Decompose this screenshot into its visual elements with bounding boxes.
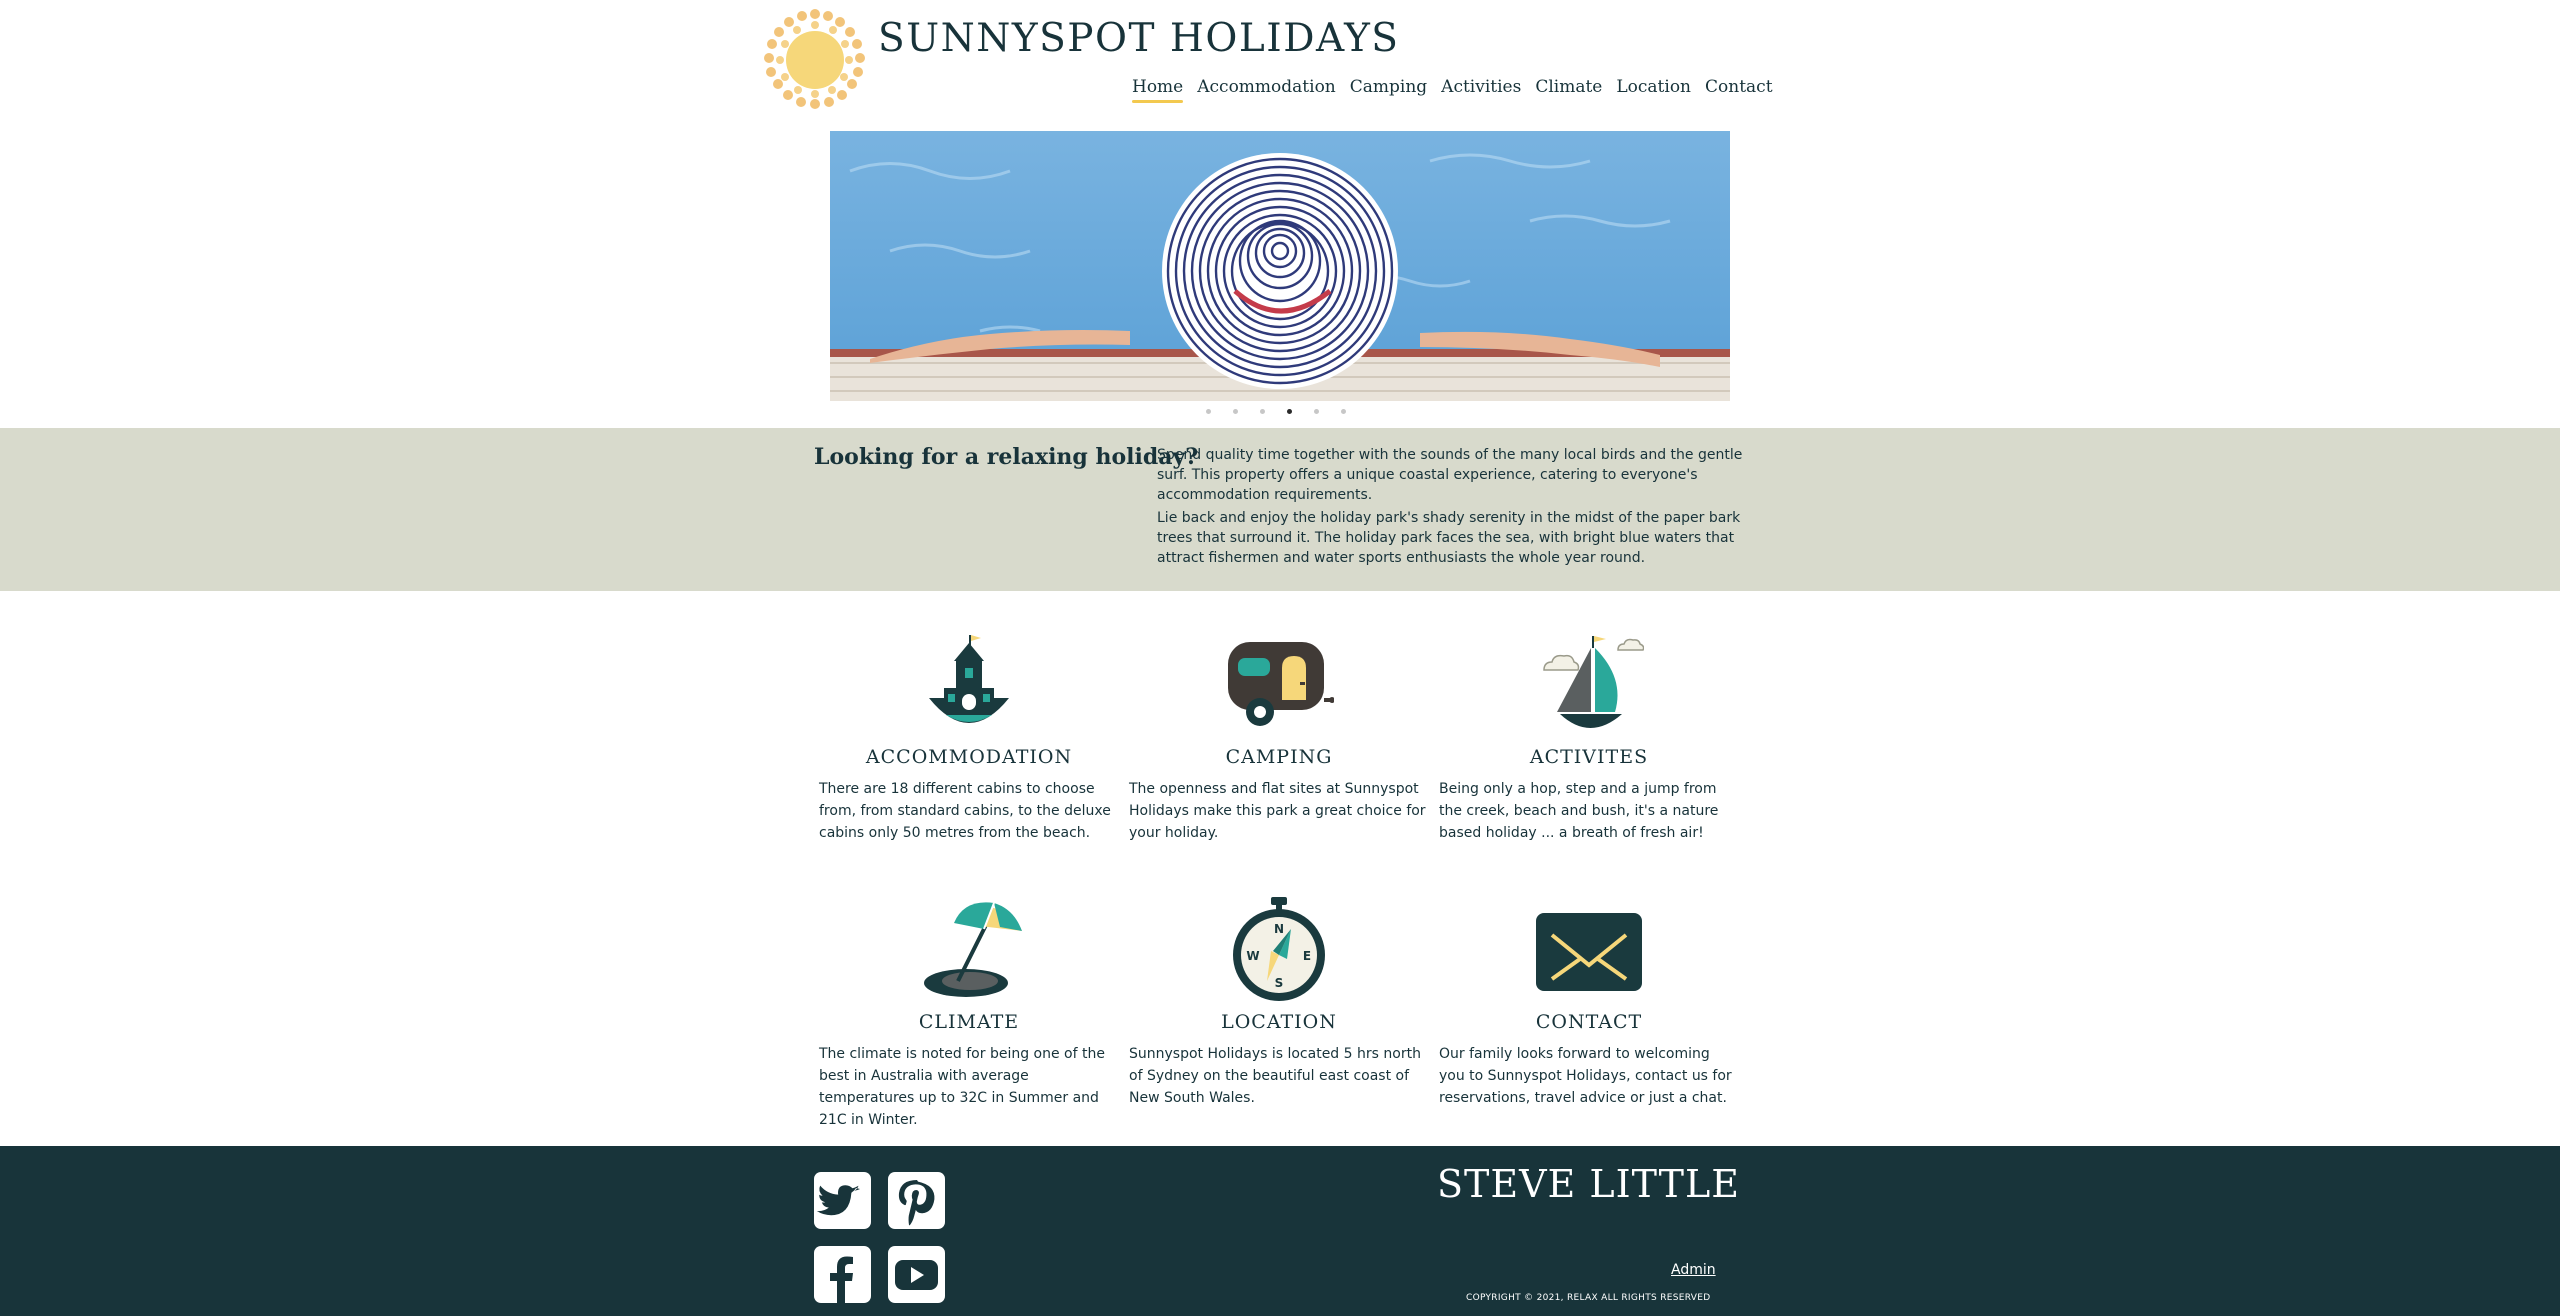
feature-card-camping[interactable]: CAMPING The openness and flat sites at S… — [1129, 630, 1429, 850]
nav-item-activities[interactable]: Activities — [1441, 77, 1521, 102]
intro-paragraph-2: Lie back and enjoy the holiday park's sh… — [1157, 510, 1741, 566]
feature-text: There are 18 different cabins to choose … — [819, 781, 1111, 841]
slider-dot-6[interactable] — [1341, 409, 1346, 414]
svg-text:E: E — [1303, 949, 1311, 963]
caravan-icon — [1224, 630, 1335, 740]
feature-title: ACTIVITES — [1529, 746, 1649, 768]
site-header: SUNNYSPOT HOLIDAYS Home Accommodation Ca… — [0, 0, 2560, 120]
feature-title: CONTACT — [1535, 1011, 1643, 1033]
slider-dot-4[interactable] — [1287, 409, 1292, 414]
feature-text: Sunnyspot Holidays is located 5 hrs nort… — [1129, 1046, 1421, 1106]
admin-link[interactable]: Admin — [1671, 1262, 1716, 1278]
intro-text: Spend quality time together with the sou… — [1157, 445, 1747, 571]
hero-slide-image — [830, 131, 1730, 401]
svg-text:N: N — [1274, 922, 1284, 936]
slider-dots — [1206, 409, 1368, 414]
feature-text: The climate is noted for being one of th… — [819, 1046, 1105, 1128]
feature-text: Our family looks forward to welcoming yo… — [1439, 1046, 1732, 1106]
twitter-icon[interactable] — [814, 1172, 871, 1229]
nav-item-location[interactable]: Location — [1616, 77, 1691, 102]
nav-item-home[interactable]: Home — [1132, 77, 1184, 103]
nav-item-climate[interactable]: Climate — [1535, 77, 1602, 102]
slider-dot-2[interactable] — [1233, 409, 1238, 414]
slider-dot-5[interactable] — [1314, 409, 1319, 414]
envelope-icon — [1534, 895, 1644, 1005]
footer-name: STEVE LITTLE — [1437, 1162, 1740, 1206]
feature-card-climate[interactable]: CLIMATE The climate is noted for being o… — [819, 895, 1119, 1128]
slider-dot-3[interactable] — [1260, 409, 1265, 414]
feature-text: The openness and flat sites at Sunnyspot… — [1129, 781, 1426, 841]
sailboat-icon — [1534, 630, 1645, 740]
youtube-icon[interactable] — [888, 1246, 945, 1303]
main-nav: Home Accommodation Camping Activities Cl… — [1132, 77, 1773, 103]
site-footer: STEVE LITTLE Admin COPYRIGHT © 2021, REL… — [0, 1146, 2560, 1316]
feature-title: CLIMATE — [918, 1011, 1020, 1033]
sun-logo-icon[interactable] — [758, 4, 872, 118]
nav-item-camping[interactable]: Camping — [1350, 77, 1427, 102]
feature-card-location[interactable]: N S W E LOCATION Sunnyspot Holidays is l… — [1129, 895, 1429, 1115]
beach-umbrella-icon — [914, 895, 1024, 1005]
feature-title: LOCATION — [1221, 1011, 1337, 1033]
feature-card-accommodation[interactable]: ACCOMMODATION There are 18 different cab… — [819, 630, 1119, 850]
compass-icon: N S W E — [1224, 895, 1334, 1005]
intro-section: Looking for a relaxing holiday? Spend qu… — [0, 428, 2560, 591]
nav-item-accommodation[interactable]: Accommodation — [1197, 77, 1336, 102]
intro-title: Looking for a relaxing holiday? — [814, 444, 1199, 470]
feature-text: Being only a hop, step and a jump from t… — [1439, 781, 1719, 841]
copyright-text: COPYRIGHT © 2021, RELAX ALL RIGHTS RESER… — [1466, 1293, 1711, 1303]
intro-paragraph-1: Spend quality time together with the sou… — [1157, 447, 1743, 503]
svg-text:W: W — [1246, 949, 1259, 963]
slider-dot-1[interactable] — [1206, 409, 1211, 414]
nav-item-contact[interactable]: Contact — [1705, 77, 1773, 102]
feature-title: CAMPING — [1225, 746, 1333, 768]
castle-icon — [914, 630, 1024, 740]
facebook-icon[interactable] — [814, 1246, 871, 1303]
svg-text:S: S — [1275, 976, 1284, 990]
feature-title: ACCOMMODATION — [865, 746, 1073, 768]
feature-card-contact[interactable]: CONTACT Our family looks forward to welc… — [1439, 895, 1739, 1115]
site-title: SUNNYSPOT HOLIDAYS — [878, 16, 1400, 61]
feature-card-activities[interactable]: ACTIVITES Being only a hop, step and a j… — [1439, 630, 1739, 850]
pinterest-icon[interactable] — [888, 1172, 945, 1229]
